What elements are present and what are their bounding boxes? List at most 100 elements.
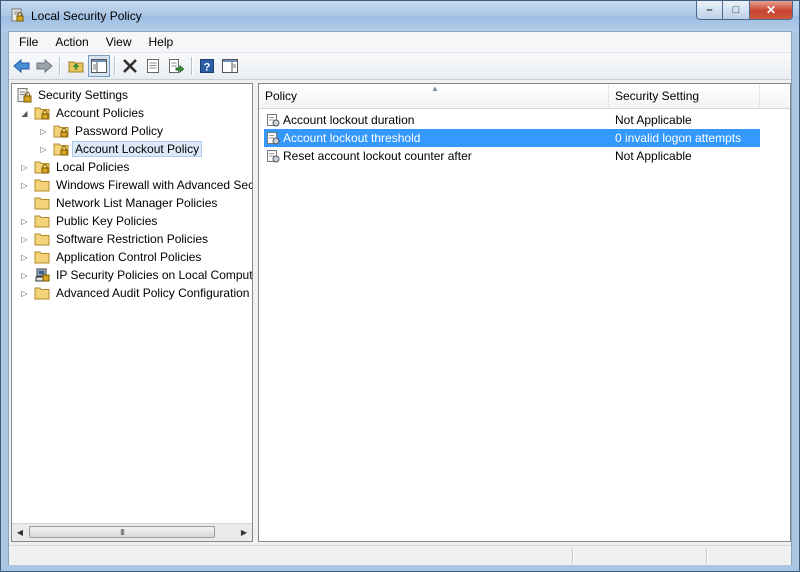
tree-item-label: Application Control Policies <box>56 250 202 264</box>
expand-arrow-icon[interactable]: ▷ <box>20 253 29 262</box>
folder-icon <box>34 197 50 210</box>
tree-item-software-restriction[interactable]: Software Restriction Policies <box>34 230 211 248</box>
properties-button[interactable] <box>144 57 162 75</box>
policy-setting-icon <box>267 114 280 127</box>
tree-item-application-control[interactable]: Application Control Policies <box>34 248 204 266</box>
security-setting-value: 0 invalid logon attempts <box>615 131 742 145</box>
expand-arrow-icon[interactable]: ▷ <box>20 181 29 190</box>
export-list-button[interactable] <box>167 57 185 75</box>
expand-arrow-icon[interactable]: ▷ <box>20 217 29 226</box>
table-row[interactable]: Reset account lockout counter after Not … <box>264 147 760 165</box>
status-separator <box>572 548 574 564</box>
locked-folder-icon <box>34 107 50 120</box>
console-tree[interactable]: Security Settings ◢ Account Policies ▷ P… <box>11 83 253 542</box>
column-label: Policy <box>265 89 298 103</box>
expand-arrow-icon[interactable]: ▷ <box>20 163 29 172</box>
policy-list[interactable]: Policy ▲ Security Setting Account lockou… <box>258 83 791 542</box>
caption-buttons: – □ ✕ <box>696 1 793 21</box>
tree-item-label: Software Restriction Policies <box>56 232 209 246</box>
scroll-left-arrow-icon[interactable]: ◀ <box>12 524 28 541</box>
collapse-arrow-icon[interactable]: ◢ <box>20 109 29 118</box>
forward-button[interactable] <box>35 57 53 75</box>
menu-view[interactable]: View <box>96 32 139 52</box>
menu-file[interactable]: File <box>9 32 45 52</box>
column-header-security-setting[interactable]: Security Setting <box>609 84 760 108</box>
show-hide-action-pane-icon <box>222 59 238 73</box>
show-hide-tree-icon <box>91 59 107 73</box>
locked-folder-icon <box>34 161 50 174</box>
tree-item-account-policies[interactable]: Account Policies <box>34 104 147 122</box>
tree-item-label: Network List Manager Policies <box>56 196 218 210</box>
tree-item-label: Local Policies <box>56 160 130 174</box>
security-setting-value: Not Applicable <box>615 113 692 127</box>
tree-item-account-lockout-policy[interactable]: Account Lockout Policy <box>53 140 203 158</box>
folder-icon <box>34 233 50 246</box>
expand-arrow-icon[interactable]: ▷ <box>20 235 29 244</box>
show-hide-console-tree-button[interactable] <box>88 55 110 77</box>
menu-action[interactable]: Action <box>45 32 95 52</box>
expand-arrow-icon[interactable]: ▷ <box>20 289 29 298</box>
maximize-button[interactable]: □ <box>723 1 750 20</box>
tree-item-label: IP Security Policies on Local Compute <box>56 268 253 282</box>
policy-name: Reset account lockout counter after <box>283 149 472 163</box>
policy-setting-icon <box>267 150 280 163</box>
folder-icon <box>34 215 50 228</box>
minimize-icon: – <box>706 4 713 16</box>
tree-item-local-policies[interactable]: Local Policies <box>34 158 132 176</box>
tree-item-label: Password Policy <box>75 124 164 138</box>
up-folder-icon <box>68 61 84 73</box>
tree-item-ip-security[interactable]: IP Security Policies on Local Compute <box>34 266 253 284</box>
expand-arrow-icon[interactable]: ▷ <box>39 127 48 136</box>
security-policy-app-icon <box>11 8 24 22</box>
export-list-icon <box>169 59 184 74</box>
tree-item-label: Windows Firewall with Advanced Secu <box>56 178 253 192</box>
tree-item-label: Account Lockout Policy <box>72 141 203 157</box>
tree-item-label: Account Policies <box>56 106 145 120</box>
scrollbar-thumb[interactable]: III <box>29 526 215 538</box>
security-settings-icon <box>17 88 32 103</box>
status-bar <box>9 545 791 565</box>
expand-arrow-icon[interactable]: ▷ <box>39 145 48 154</box>
tree-item-network-list-manager[interactable]: Network List Manager Policies <box>34 194 220 212</box>
window-title: Local Security Policy <box>31 9 142 23</box>
table-row[interactable]: Account lockout threshold 0 invalid logo… <box>264 129 760 147</box>
folder-icon <box>34 179 50 192</box>
tree-item-label: Advanced Audit Policy Configuration <box>56 286 250 300</box>
svg-text:?: ? <box>204 62 211 74</box>
scroll-right-arrow-icon[interactable]: ▶ <box>236 524 252 541</box>
forward-arrow-icon <box>36 58 53 74</box>
expand-arrow-icon[interactable]: ▷ <box>20 271 29 280</box>
locked-folder-icon <box>53 125 69 138</box>
delete-button[interactable] <box>121 57 139 75</box>
table-row[interactable]: Account lockout duration Not Applicable <box>264 111 760 129</box>
menu-help[interactable]: Help <box>139 32 181 52</box>
list-header: Policy ▲ Security Setting <box>259 84 790 109</box>
ip-security-icon <box>35 268 50 282</box>
window: Local Security Policy – □ ✕ File Action … <box>0 0 800 572</box>
security-setting-value: Not Applicable <box>615 149 692 163</box>
policy-name: Account lockout threshold <box>283 131 421 145</box>
close-icon: ✕ <box>765 3 777 17</box>
toolbar-separator <box>114 57 116 75</box>
policy-name: Account lockout duration <box>283 113 415 127</box>
close-button[interactable]: ✕ <box>750 1 793 20</box>
tree-horizontal-scrollbar[interactable]: ◀ III ▶ <box>12 523 252 541</box>
status-separator <box>706 548 708 564</box>
title-bar[interactable]: Local Security Policy – □ ✕ <box>1 1 799 31</box>
tree-item-security-settings[interactable]: Security Settings <box>16 86 131 104</box>
back-arrow-icon <box>13 58 30 74</box>
column-label: Security Setting <box>615 89 700 103</box>
tree-item-advanced-audit[interactable]: Advanced Audit Policy Configuration <box>34 284 252 302</box>
folder-icon <box>34 287 50 300</box>
tree-item-windows-firewall[interactable]: Windows Firewall with Advanced Secu <box>34 176 253 194</box>
maximize-icon: □ <box>732 4 740 16</box>
show-hide-action-pane-button[interactable] <box>221 57 239 75</box>
tree-item-password-policy[interactable]: Password Policy <box>53 122 166 140</box>
back-button[interactable] <box>13 57 31 75</box>
up-one-level-button[interactable] <box>67 57 85 75</box>
tree-item-public-key-policies[interactable]: Public Key Policies <box>34 212 160 230</box>
menu-bar: File Action View Help <box>9 32 791 53</box>
toolbar: ? <box>9 53 791 80</box>
help-button[interactable]: ? <box>198 57 216 75</box>
minimize-button[interactable]: – <box>696 1 723 20</box>
